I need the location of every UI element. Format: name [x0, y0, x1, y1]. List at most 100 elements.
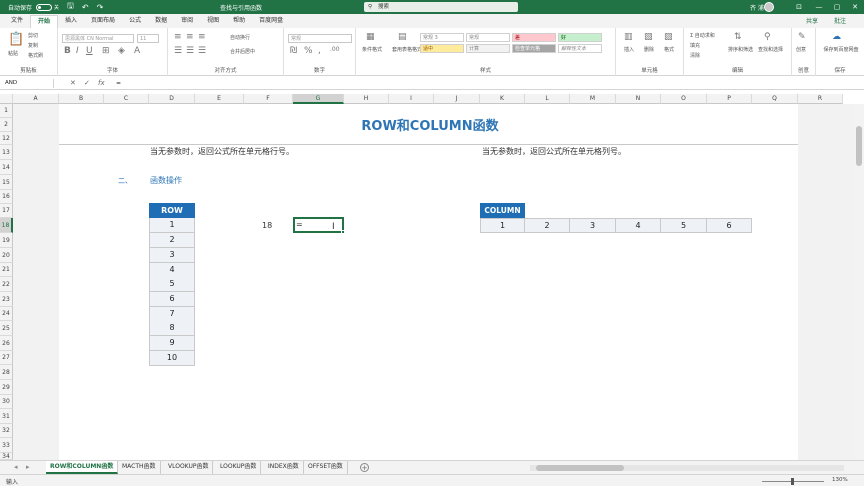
- align-bottom-icon[interactable]: ≡: [198, 32, 206, 42]
- row-header[interactable]: 33: [0, 438, 13, 453]
- add-sheet-icon[interactable]: +: [360, 463, 369, 472]
- col-header[interactable]: F: [244, 94, 293, 104]
- restore-button[interactable]: ▢: [828, 0, 846, 14]
- share-button[interactable]: 共享: [806, 16, 818, 25]
- row-table-cell[interactable]: 4: [149, 263, 195, 278]
- paste-icon[interactable]: 📋: [8, 32, 24, 47]
- row-table-cell[interactable]: 3: [149, 248, 195, 263]
- row-header[interactable]: 16: [0, 190, 13, 204]
- row-table-cell[interactable]: 1: [149, 218, 195, 233]
- row-table-cell[interactable]: 10: [149, 351, 195, 366]
- number-format-select[interactable]: 常规: [288, 34, 352, 43]
- row-table-header[interactable]: ROW: [149, 203, 195, 218]
- name-box[interactable]: AND: [2, 79, 54, 88]
- format-button[interactable]: 格式: [664, 46, 674, 53]
- delete-button[interactable]: 删除: [644, 46, 654, 53]
- col-header[interactable]: Q: [752, 94, 798, 104]
- vertical-scroll-thumb[interactable]: [856, 126, 862, 166]
- save-icon[interactable]: 🖫: [67, 0, 74, 14]
- conditional-format-icon[interactable]: ▦: [366, 32, 375, 42]
- tab-formulas[interactable]: 公式: [122, 15, 148, 28]
- conditional-format-button[interactable]: 条件格式: [362, 46, 382, 53]
- row-header[interactable]: 30: [0, 395, 13, 409]
- autosave-toggle[interactable]: [36, 3, 53, 11]
- bold-icon[interactable]: B: [64, 46, 71, 56]
- tab-file[interactable]: 文件: [4, 15, 30, 28]
- align-center-icon[interactable]: ☰: [186, 46, 194, 56]
- col-header[interactable]: N: [616, 94, 661, 104]
- clear-button[interactable]: 清除: [690, 52, 700, 59]
- redo-icon[interactable]: ↷: [97, 3, 104, 12]
- col-header[interactable]: L: [525, 94, 570, 104]
- tab-insert[interactable]: 插入: [58, 15, 84, 28]
- wrap-text-button[interactable]: 自动换行: [230, 34, 250, 41]
- horizontal-scroll-thumb[interactable]: [536, 465, 624, 471]
- fill-handle[interactable]: [341, 230, 345, 234]
- copy-button[interactable]: 复制: [28, 42, 38, 49]
- formula-input[interactable]: =: [116, 79, 856, 88]
- row-header[interactable]: 14: [0, 160, 13, 175]
- row-header[interactable]: 20: [0, 248, 13, 263]
- tab-page-layout[interactable]: 页面布局: [84, 15, 122, 28]
- row-header[interactable]: 17: [0, 204, 13, 218]
- row-table-cell[interactable]: 7: [149, 307, 195, 322]
- col-header-selected[interactable]: G: [293, 94, 344, 104]
- increase-decimal-icon[interactable]: .00: [330, 46, 340, 53]
- style-good[interactable]: 好: [558, 33, 602, 42]
- row-header[interactable]: 2: [0, 118, 13, 132]
- currency-icon[interactable]: ₪: [290, 46, 297, 56]
- prev-sheet-icon[interactable]: ◂: [14, 463, 18, 471]
- col-header[interactable]: D: [149, 94, 195, 104]
- col-header[interactable]: P: [707, 94, 752, 104]
- sheet-tab-lookup[interactable]: LOOKUP函数: [216, 461, 262, 474]
- row-header[interactable]: 1: [0, 104, 13, 118]
- style-explain[interactable]: 解释性文本: [558, 44, 602, 53]
- align-middle-icon[interactable]: ≡: [186, 32, 194, 42]
- align-left-icon[interactable]: ☰: [174, 46, 182, 56]
- italic-icon[interactable]: I: [76, 46, 79, 56]
- row-header[interactable]: 31: [0, 409, 13, 424]
- font-name-select[interactable]: 思源黑体 CN Normal: [62, 34, 134, 43]
- column-table-cell[interactable]: 2: [525, 218, 570, 233]
- tab-home[interactable]: 开始: [30, 15, 59, 28]
- style-normal[interactable]: 常规: [466, 33, 510, 42]
- col-header[interactable]: C: [104, 94, 149, 104]
- row-header[interactable]: 19: [0, 233, 13, 248]
- find-select-button[interactable]: 查找和选择: [758, 46, 783, 53]
- col-header[interactable]: K: [480, 94, 525, 104]
- horizontal-scrollbar[interactable]: [530, 465, 844, 471]
- cut-button[interactable]: 剪切: [28, 32, 38, 39]
- save-baidu-button[interactable]: 保存到百度网盘: [820, 46, 862, 53]
- col-header[interactable]: O: [661, 94, 707, 104]
- column-table-header[interactable]: COLUMN: [480, 203, 525, 218]
- user-name[interactable]: 齐 浦: [750, 3, 764, 12]
- row-header-selected[interactable]: 18: [0, 218, 13, 233]
- format-painter-button[interactable]: 格式刷: [28, 52, 43, 59]
- font-color-icon[interactable]: A: [134, 46, 140, 56]
- comment-button[interactable]: 批注: [834, 16, 846, 25]
- find-select-icon[interactable]: ⚲: [764, 32, 771, 42]
- table-format-icon[interactable]: ▤: [398, 32, 407, 42]
- row-header[interactable]: 29: [0, 380, 13, 395]
- sheet-tab-row-column[interactable]: ROW和COLUMN函数: [46, 461, 119, 474]
- col-header[interactable]: B: [59, 94, 104, 104]
- row-header[interactable]: 32: [0, 424, 13, 438]
- row-header[interactable]: 21: [0, 263, 13, 277]
- row-header[interactable]: 34: [0, 453, 13, 460]
- ribbon-display-icon[interactable]: ⊡: [790, 0, 808, 14]
- undo-icon[interactable]: ↶: [82, 3, 89, 12]
- column-table-cell[interactable]: 1: [480, 218, 525, 233]
- autosum-button[interactable]: Σ 自动求和: [690, 32, 715, 39]
- fill-button[interactable]: 填充: [690, 42, 700, 49]
- row-table-cell[interactable]: 9: [149, 336, 195, 351]
- style-normal3[interactable]: 常规 3: [420, 33, 464, 42]
- col-header[interactable]: E: [195, 94, 244, 104]
- col-header[interactable]: M: [570, 94, 616, 104]
- row-table-cell[interactable]: 8: [149, 321, 195, 336]
- format-icon[interactable]: ▨: [664, 32, 673, 42]
- tab-review[interactable]: 审阅: [174, 15, 200, 28]
- column-table-cell[interactable]: 5: [661, 218, 707, 233]
- col-header[interactable]: H: [344, 94, 389, 104]
- minimize-button[interactable]: —: [810, 0, 828, 14]
- tab-view[interactable]: 视图: [200, 15, 226, 28]
